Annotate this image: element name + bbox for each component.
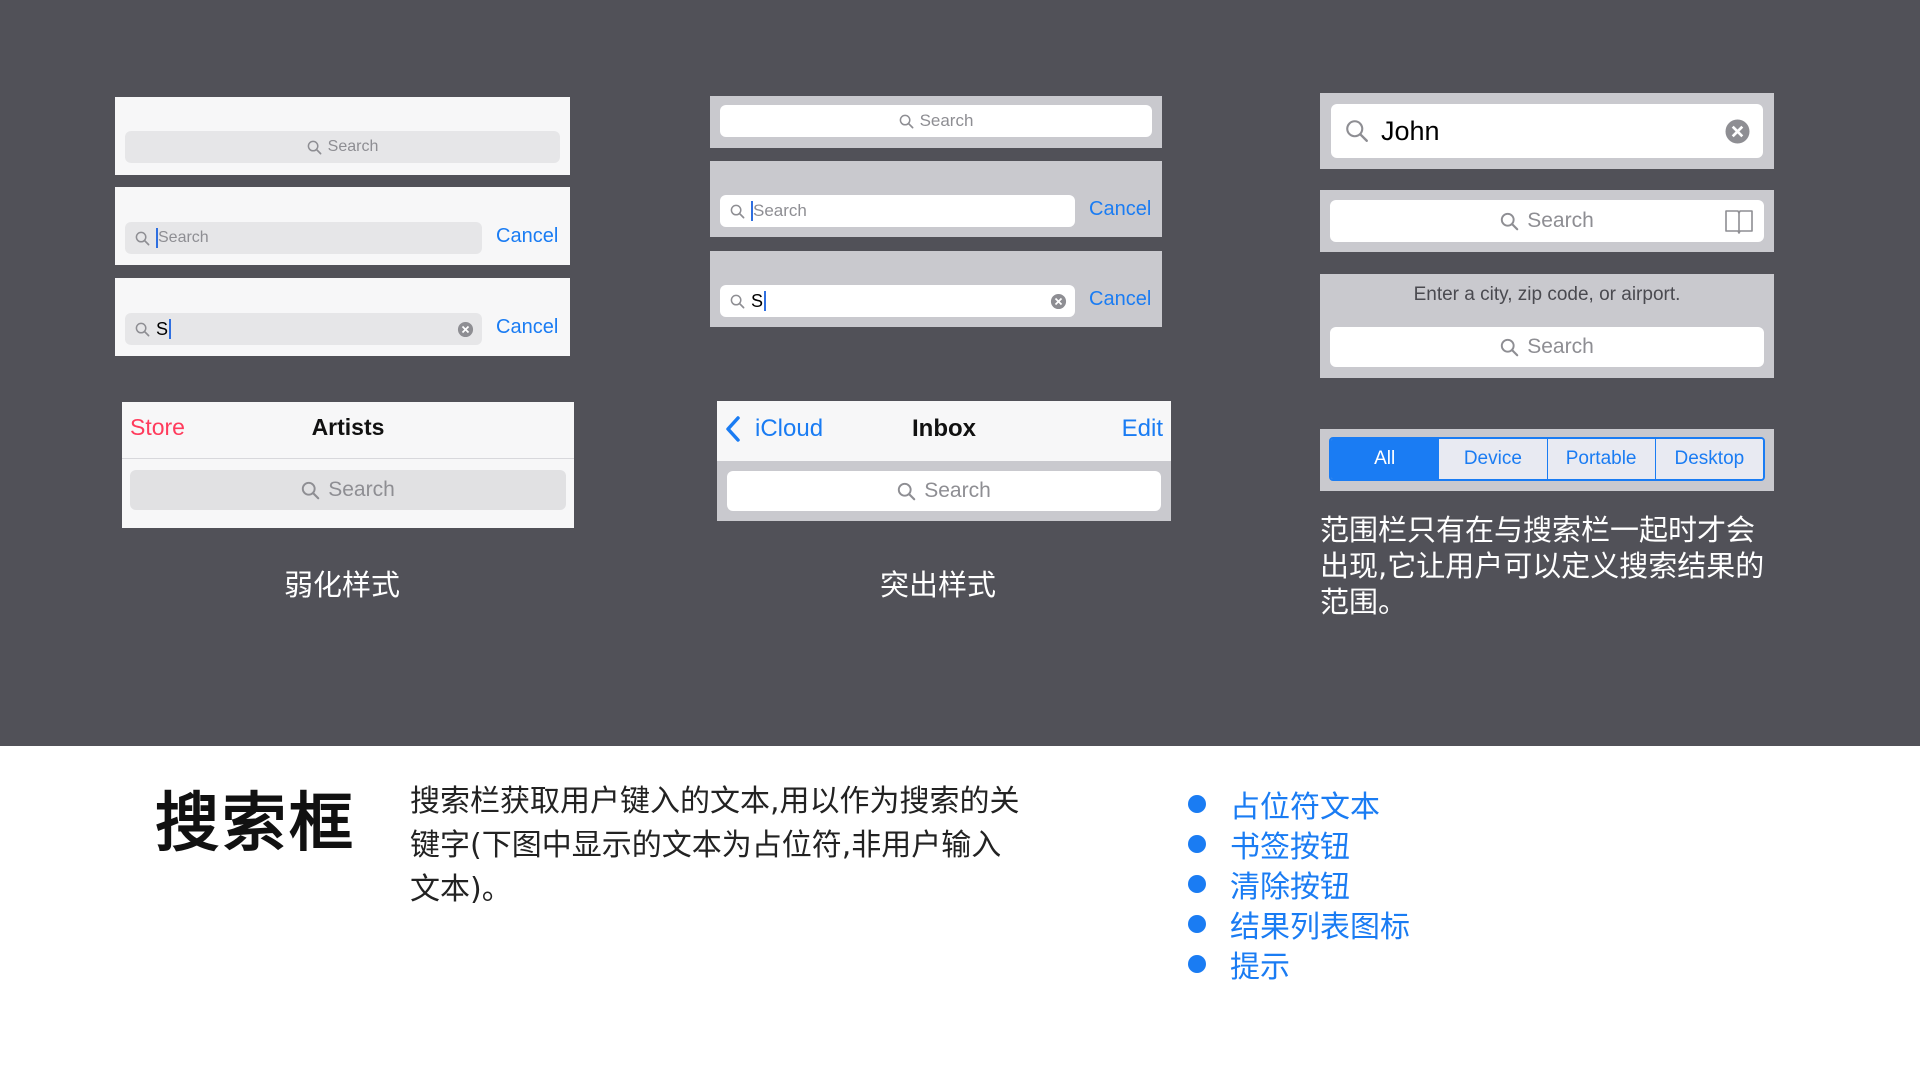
search-placeholder: Search: [753, 201, 807, 220]
bullet-icon: [1188, 915, 1206, 933]
cancel-button[interactable]: Cancel: [1089, 288, 1151, 311]
bookmark-icon[interactable]: [1724, 207, 1754, 235]
nav-edit-button[interactable]: Edit: [1122, 415, 1163, 443]
nav-title: Inbox: [912, 415, 976, 442]
prompt-search-bar: Enter a city, zip code, or airport. Sear…: [1320, 274, 1774, 378]
scope-option-portable[interactable]: Portable: [1546, 439, 1655, 479]
bullet-icon: [1188, 875, 1206, 893]
prominent-search-field[interactable]: Search: [720, 105, 1152, 137]
search-placeholder: Search: [924, 479, 991, 502]
minimal-nav-search-field[interactable]: Search: [130, 470, 566, 510]
cancel-button[interactable]: Cancel: [496, 316, 558, 339]
text-caret: [764, 291, 767, 311]
list-item-label: 占位符文本: [1230, 790, 1380, 825]
search-icon: [730, 204, 745, 219]
prominent-nav-bar: iCloud Inbox Edit Search: [717, 401, 1171, 521]
scope-option-desktop[interactable]: Desktop: [1654, 439, 1763, 479]
text-caret: [169, 319, 172, 339]
search-icon: [1500, 212, 1519, 231]
scope-option-device[interactable]: Device: [1438, 439, 1547, 479]
search-icon: [730, 294, 745, 309]
prominent-search-bar-typing: S Cancel: [710, 251, 1162, 327]
search-placeholder: Search: [1527, 335, 1594, 358]
list-item: 清除按钮: [1188, 864, 1410, 905]
minimal-search-bar-idle: Search: [115, 97, 570, 175]
bullet-icon: [1188, 795, 1206, 813]
list-item: 占位符文本: [1188, 784, 1410, 825]
search-icon: [301, 481, 320, 500]
list-item-label: 提示: [1230, 950, 1290, 985]
search-icon: [899, 114, 914, 129]
minimal-search-field-typing[interactable]: S: [125, 313, 482, 345]
list-item: 提示: [1188, 944, 1410, 985]
search-placeholder: Search: [328, 478, 395, 501]
bookmark-search-bar: Search: [1320, 190, 1774, 252]
list-item-label: 书签按钮: [1230, 830, 1350, 865]
prominent-search-field-focused[interactable]: Search: [720, 195, 1075, 227]
scope-option-all[interactable]: All: [1331, 439, 1439, 479]
bookmark-search-field[interactable]: Search: [1330, 200, 1764, 242]
page-title: 搜索框: [155, 787, 356, 861]
clear-button[interactable]: [456, 320, 474, 338]
clear-button[interactable]: [1049, 292, 1067, 310]
list-item-label: 清除按钮: [1230, 870, 1350, 905]
nav-title: Artists: [311, 414, 385, 440]
search-placeholder: Search: [327, 138, 379, 155]
minimal-style-caption: 弱化样式: [284, 568, 401, 602]
search-icon: [1500, 338, 1519, 357]
feature-list: 占位符文本 书签按钮 清除按钮 结果列表图标 提示: [1188, 784, 1410, 985]
prominent-style-caption: 突出样式: [880, 568, 997, 602]
page-description: 搜索栏获取用户键入的文本,用以作为搜索的关键字(下图中显示的文本为占位符,非用户…: [410, 784, 1020, 907]
query-search-bar: John: [1320, 93, 1774, 169]
prominent-search-bar-idle: Search: [710, 96, 1162, 148]
clear-button[interactable]: [1723, 117, 1751, 145]
prompt-search-field[interactable]: Search: [1330, 327, 1764, 367]
prominent-search-field-typing[interactable]: S: [720, 285, 1075, 317]
search-placeholder: Search: [158, 229, 209, 246]
list-item-label: 结果列表图标: [1230, 910, 1410, 945]
scope-bar-container: All Device Portable Desktop: [1320, 429, 1774, 491]
search-placeholder: Search: [919, 111, 974, 130]
prominent-search-bar-focused: Search Cancel: [710, 161, 1162, 237]
search-icon: [307, 140, 322, 155]
search-prompt: Enter a city, zip code, or airport.: [1413, 284, 1681, 305]
search-icon: [135, 322, 150, 337]
nav-divider: [122, 458, 574, 459]
bullet-icon: [1188, 955, 1206, 973]
search-icon: [1345, 119, 1369, 143]
minimal-search-field-focused[interactable]: Search: [125, 222, 482, 254]
cancel-button[interactable]: Cancel: [1089, 198, 1151, 221]
search-placeholder: Search: [1527, 209, 1594, 232]
list-item: 结果列表图标: [1188, 904, 1410, 945]
scope-bar-description: 范围栏只有在与搜索栏一起时才会出现,它让用户可以定义搜索结果的范围。: [1320, 513, 1765, 619]
search-query-text: John: [1381, 115, 1440, 146]
cancel-button[interactable]: Cancel: [496, 225, 558, 248]
minimal-nav-bar: Store Artists Search: [122, 402, 574, 528]
list-item: 书签按钮: [1188, 824, 1410, 865]
prominent-nav-search-field[interactable]: Search: [727, 471, 1161, 511]
search-typed-text: S: [751, 290, 764, 311]
bullet-icon: [1188, 835, 1206, 853]
minimal-search-field[interactable]: Search: [125, 131, 560, 163]
search-icon: [897, 482, 916, 501]
minimal-search-bar-focused: Search Cancel: [115, 187, 570, 265]
query-search-field[interactable]: John: [1331, 104, 1763, 158]
search-icon: [135, 231, 150, 246]
scope-bar: All Device Portable Desktop: [1329, 437, 1765, 481]
minimal-search-bar-typing: S Cancel: [115, 278, 570, 356]
search-typed-text: S: [156, 318, 169, 339]
